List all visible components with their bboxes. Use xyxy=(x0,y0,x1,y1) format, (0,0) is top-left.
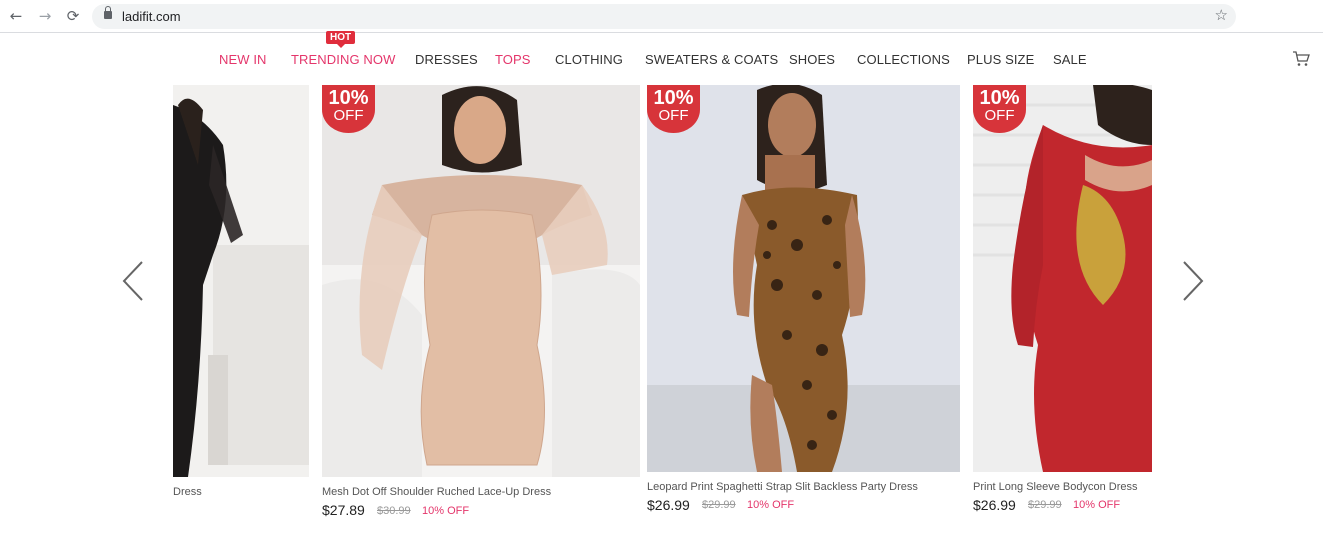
hot-badge: HOT xyxy=(326,31,356,48)
reload-icon[interactable]: ⟳ xyxy=(63,6,83,26)
product-image[interactable]: 10% OFF xyxy=(322,85,640,477)
product-price: $26.99 xyxy=(973,497,1016,513)
product-carousel: Dress 10% OFF Mesh Dot Off Shoulder Ruch… xyxy=(173,85,1152,549)
nav-item-shoes[interactable]: SHOES xyxy=(789,52,835,67)
product-image[interactable]: 10% OFF xyxy=(973,85,1152,472)
cart-icon[interactable] xyxy=(1292,50,1310,68)
discount-badge: 10% OFF xyxy=(647,85,700,133)
forward-icon[interactable]: → xyxy=(35,6,55,26)
nav-item-sale[interactable]: SALE xyxy=(1053,52,1087,67)
carousel-next-icon[interactable] xyxy=(1178,258,1208,304)
product-price: $26.99 xyxy=(647,497,690,513)
product-discount: 10% OFF xyxy=(422,505,470,517)
bookmark-star-icon[interactable]: ☆ xyxy=(1215,6,1228,24)
product-card[interactable]: 10% OFF Mesh Dot Off Shoulder Ruched Lac… xyxy=(322,85,640,549)
product-card[interactable]: 10% OFF Print Long Sleeve Bodycon Dress … xyxy=(973,85,1152,549)
discount-badge: 10% OFF xyxy=(973,85,1026,133)
discount-badge: 10% OFF xyxy=(322,85,375,133)
back-icon[interactable]: ← xyxy=(6,6,26,26)
product-image[interactable] xyxy=(173,85,309,477)
product-price: $27.89 xyxy=(322,502,365,518)
url-text: ladifit.com xyxy=(122,9,181,24)
product-name[interactable]: Mesh Dot Off Shoulder Ruched Lace-Up Dre… xyxy=(322,486,551,498)
product-discount: 10% OFF xyxy=(747,499,795,511)
nav-item-sweaters-coats[interactable]: SWEATERS & COATS xyxy=(645,52,778,67)
address-bar[interactable]: ladifit.com ☆ xyxy=(92,4,1236,29)
product-old-price: $30.99 xyxy=(377,505,411,517)
product-card[interactable]: Dress xyxy=(173,85,309,549)
product-old-price: $29.99 xyxy=(1028,499,1062,511)
product-name[interactable]: Print Long Sleeve Bodycon Dress xyxy=(973,481,1137,493)
product-name[interactable]: Leopard Print Spaghetti Strap Slit Backl… xyxy=(647,481,918,493)
browser-toolbar: ← → ⟳ ladifit.com ☆ xyxy=(0,0,1323,33)
product-name[interactable]: Dress xyxy=(173,486,202,498)
nav-item-new-in[interactable]: NEW IN xyxy=(219,52,267,67)
nav-item-dresses[interactable]: DRESSES xyxy=(415,52,478,67)
lock-icon xyxy=(104,6,112,19)
nav-item-tops[interactable]: TOPS xyxy=(495,52,531,67)
nav-item-collections[interactable]: COLLECTIONS xyxy=(857,52,950,67)
product-card[interactable]: 10% OFF Leopard Print Spaghetti Strap Sl… xyxy=(647,85,960,549)
nav-item-trending-now[interactable]: TRENDING NOW xyxy=(291,52,395,67)
nav-item-clothing[interactable]: CLOTHING xyxy=(555,52,623,67)
product-old-price: $29.99 xyxy=(702,499,736,511)
product-discount: 10% OFF xyxy=(1073,499,1121,511)
carousel-prev-icon[interactable] xyxy=(120,258,150,304)
main-nav: NEW IN HOT TRENDING NOW DRESSES TOPS CLO… xyxy=(0,31,1323,84)
product-image[interactable]: 10% OFF xyxy=(647,85,960,472)
nav-item-plus-size[interactable]: PLUS SIZE xyxy=(967,52,1034,67)
